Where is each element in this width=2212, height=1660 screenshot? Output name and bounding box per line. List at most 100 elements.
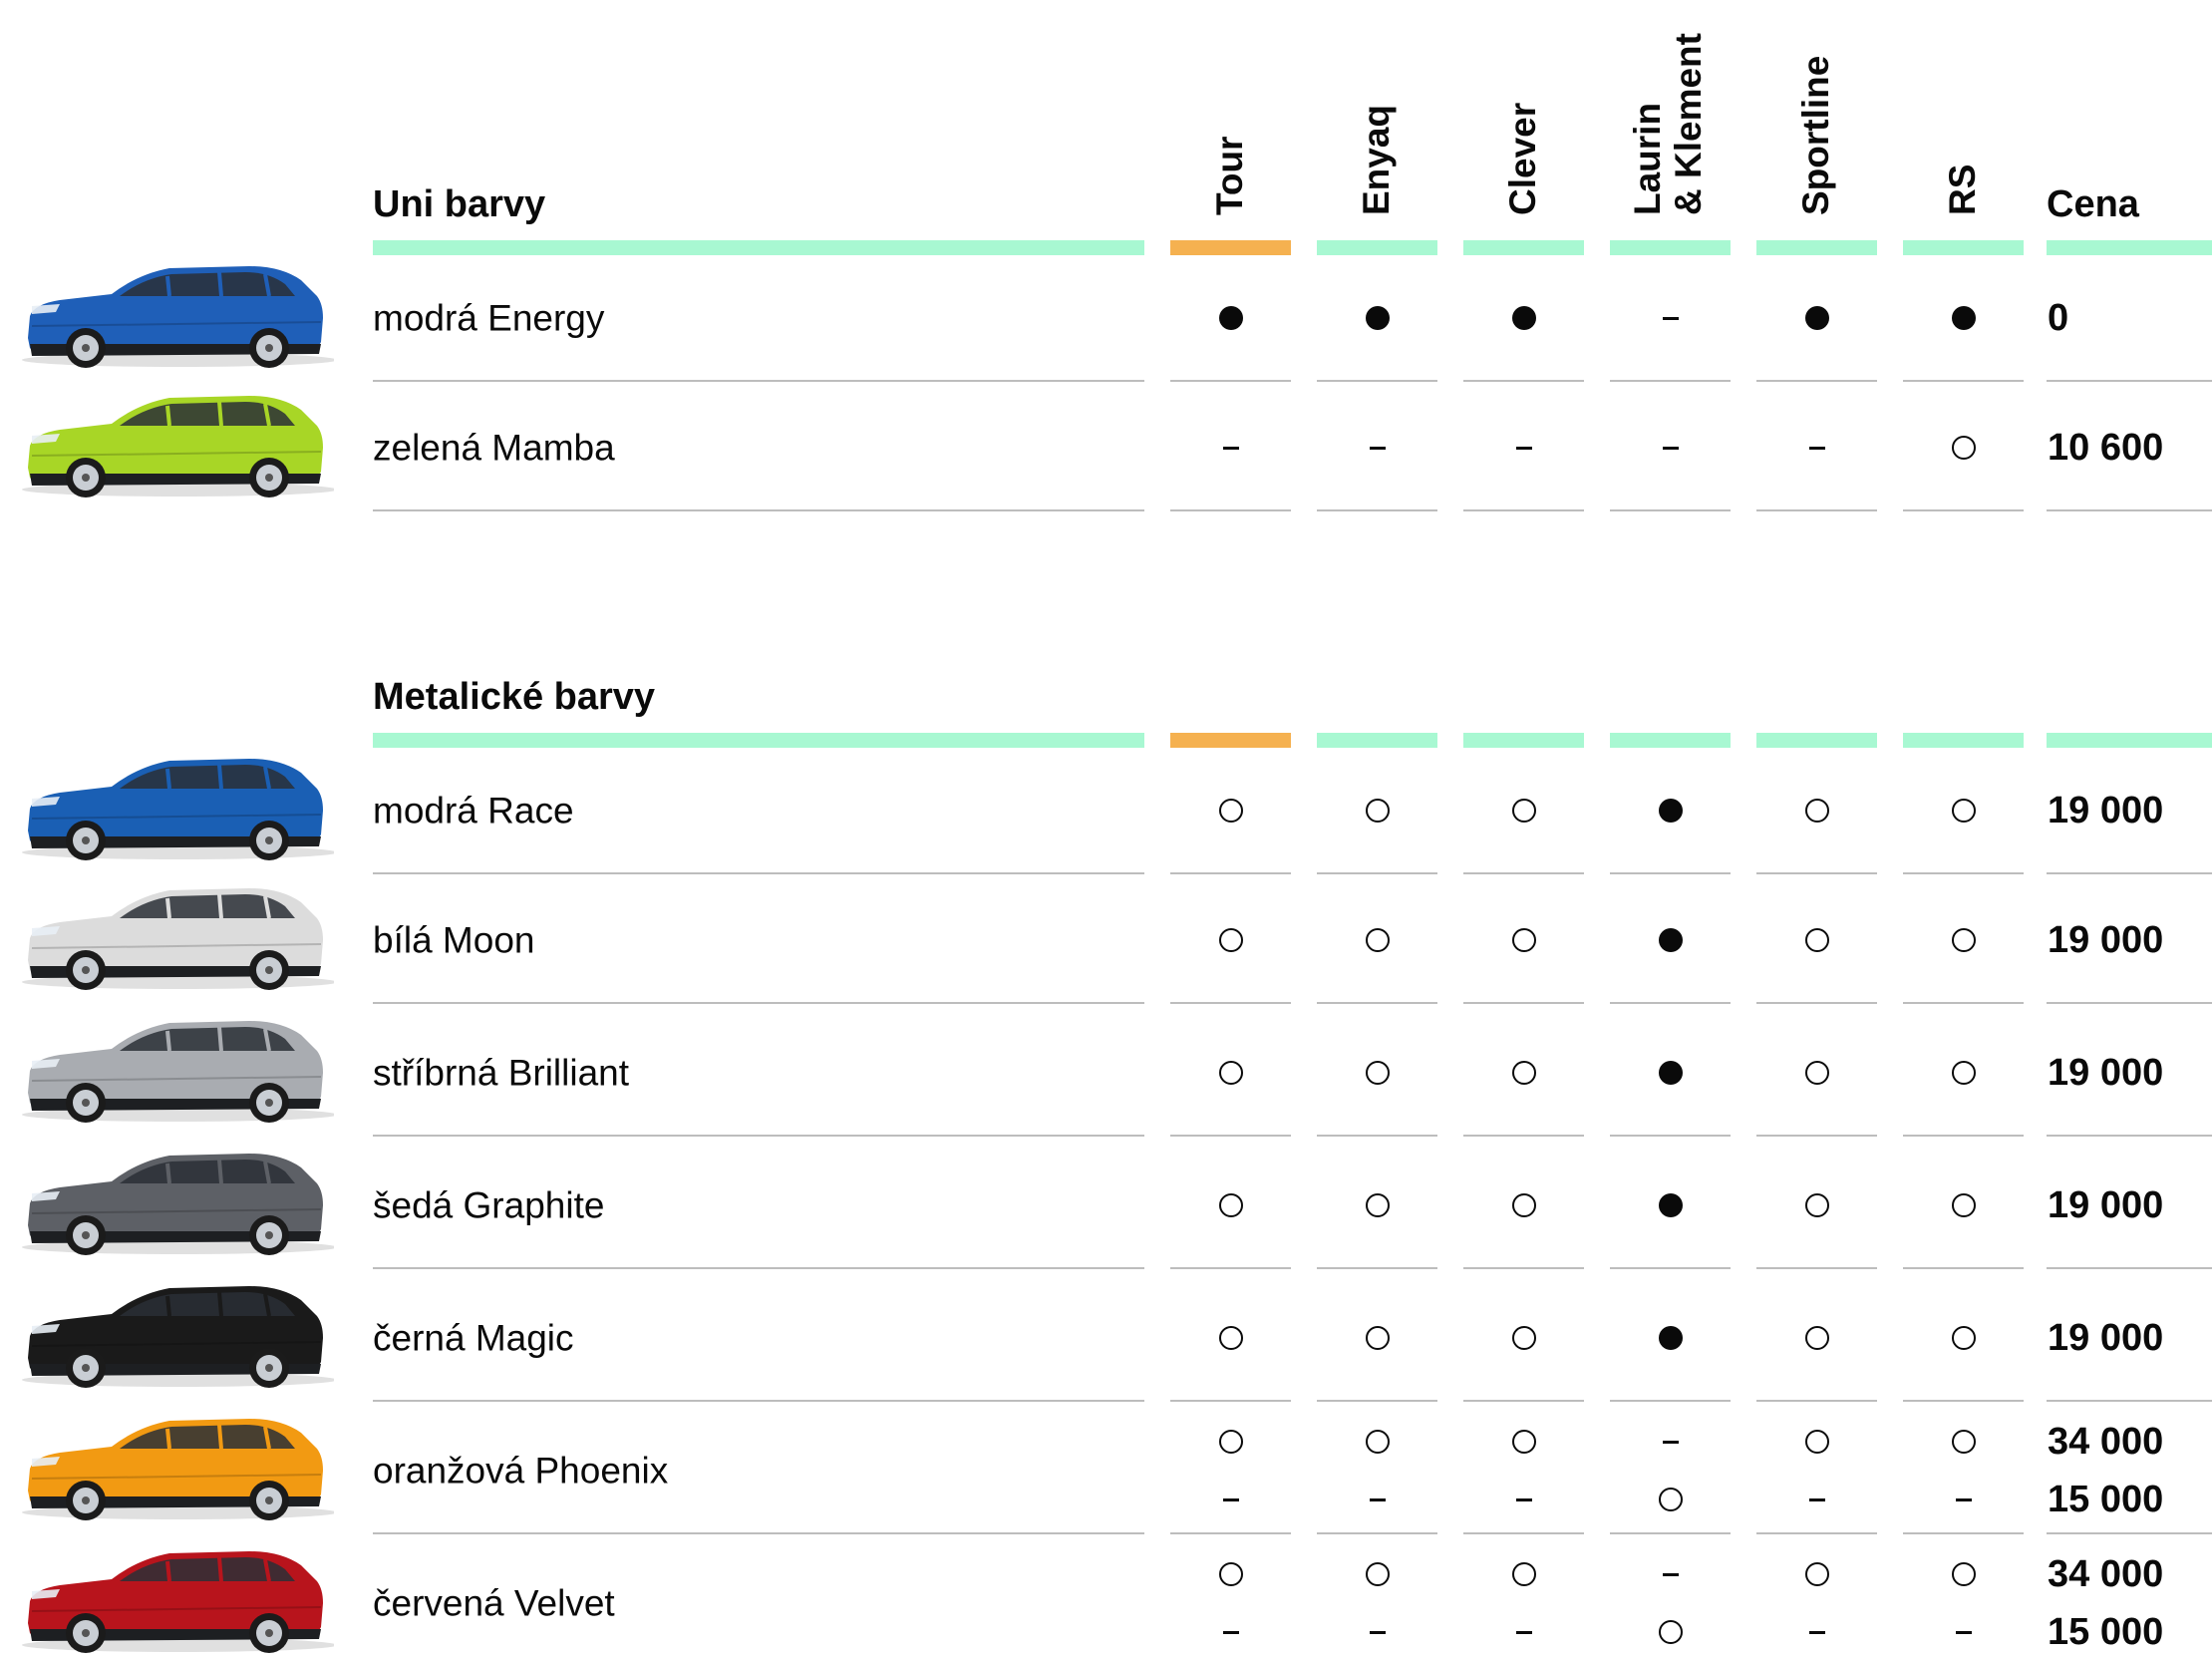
color-name: červená Velvet [373, 1582, 615, 1624]
mark-glyph [1808, 1630, 1825, 1634]
mark-glyph [1369, 1630, 1386, 1634]
column-header-clever: Clever [1501, 102, 1543, 215]
availability-optional-icon [1201, 791, 1261, 830]
header-bar-col [1756, 733, 1877, 748]
availability-optional-icon [1934, 1422, 1994, 1462]
mark-glyph [1951, 928, 1976, 952]
mark-glyph [1662, 1440, 1679, 1444]
header-bar-col [1463, 240, 1584, 255]
mark-glyph [1222, 446, 1239, 450]
mark-glyph [1658, 928, 1683, 952]
row-divider [1756, 1135, 1877, 1137]
availability-optional-icon [1494, 1185, 1554, 1225]
row-divider [373, 1267, 1144, 1269]
row-divider [1317, 1135, 1437, 1137]
row-divider [373, 509, 1144, 511]
availability-standard-icon [1641, 1053, 1701, 1093]
mark-glyph [1511, 1061, 1536, 1085]
availability-unavailable-icon [1348, 428, 1408, 468]
availability-optional-icon [1641, 1612, 1701, 1652]
column-header-rs: RS [1941, 164, 1983, 215]
mark-glyph [1365, 306, 1390, 330]
row-divider [1463, 872, 1584, 874]
availability-optional-icon [1787, 920, 1847, 960]
row-divider [1317, 1002, 1437, 1004]
row-divider [1463, 1267, 1584, 1269]
price-value: 15 000 [2048, 1611, 2164, 1653]
availability-optional-icon [1201, 1554, 1261, 1594]
car-image [20, 260, 337, 370]
mark-glyph [1951, 1193, 1976, 1217]
availability-optional-icon [1787, 1554, 1847, 1594]
row-divider [1170, 380, 1291, 382]
availability-unavailable-icon [1201, 1480, 1261, 1519]
car-image [20, 1148, 337, 1257]
row-divider [1610, 380, 1731, 382]
row-divider [1610, 509, 1731, 511]
availability-optional-icon [1787, 1053, 1847, 1093]
column-header-enyaq: Enyaq [1355, 104, 1397, 215]
availability-optional-icon [1348, 1554, 1408, 1594]
mark-glyph [1658, 1488, 1683, 1511]
availability-unavailable-icon [1494, 1480, 1554, 1519]
row-divider [1170, 872, 1291, 874]
row-divider [1756, 1532, 1877, 1534]
car-image [20, 753, 337, 862]
header-bar-col [1903, 733, 2024, 748]
mark-glyph [1365, 1430, 1390, 1454]
mark-glyph [1804, 306, 1829, 330]
mark-glyph [1365, 1562, 1390, 1586]
header-bar-tour [1170, 733, 1291, 748]
price-column-header: Cena [2047, 183, 2139, 225]
mark-glyph [1511, 928, 1536, 952]
mark-glyph [1662, 1572, 1679, 1576]
row-divider [373, 380, 1144, 382]
row-divider [1170, 1135, 1291, 1137]
availability-unavailable-icon [1787, 1612, 1847, 1652]
mark-glyph [1662, 316, 1679, 320]
car-image [20, 1015, 337, 1125]
row-divider [1317, 1400, 1437, 1402]
header-bar-col [1903, 240, 2024, 255]
mark-glyph [1511, 1430, 1536, 1454]
row-divider [1903, 1400, 2024, 1402]
row-divider [1463, 1532, 1584, 1534]
row-divider [1610, 872, 1731, 874]
mark-glyph [1804, 928, 1829, 952]
mark-glyph [1658, 1620, 1683, 1644]
color-name: stříbrná Brilliant [373, 1052, 630, 1094]
mark-glyph [1804, 1562, 1829, 1586]
row-divider [1317, 872, 1437, 874]
column-header-laurin-klement: Laurin & Klement [1627, 33, 1710, 215]
price-value: 10 600 [2048, 427, 2164, 469]
mark-glyph [1955, 1630, 1972, 1634]
availability-unavailable-icon [1201, 428, 1261, 468]
row-divider [1317, 1267, 1437, 1269]
row-divider [2047, 509, 2212, 511]
column-header-tour: Tour [1208, 136, 1250, 215]
row-divider [373, 872, 1144, 874]
row-divider [1756, 1002, 1877, 1004]
mark-glyph [1951, 436, 1976, 460]
header-bar-name [373, 733, 1144, 748]
row-divider [1903, 1135, 2024, 1137]
mark-glyph [1515, 1497, 1532, 1501]
mark-glyph [1511, 1562, 1536, 1586]
mark-glyph [1218, 1562, 1243, 1586]
row-divider [2047, 1532, 2212, 1534]
mark-glyph [1365, 1193, 1390, 1217]
mark-glyph [1365, 1326, 1390, 1350]
mark-glyph [1951, 1061, 1976, 1085]
color-name: oranžová Phoenix [373, 1450, 669, 1492]
mark-glyph [1218, 928, 1243, 952]
mark-glyph [1511, 1193, 1536, 1217]
row-divider [1610, 1002, 1731, 1004]
header-bar-price [2047, 240, 2212, 255]
price-value: 19 000 [2048, 790, 2164, 831]
availability-unavailable-icon [1201, 1612, 1261, 1652]
row-divider [2047, 1002, 2212, 1004]
row-divider [1756, 380, 1877, 382]
availability-optional-icon [1641, 1480, 1701, 1519]
row-divider [1463, 1400, 1584, 1402]
mark-glyph [1955, 1497, 1972, 1501]
